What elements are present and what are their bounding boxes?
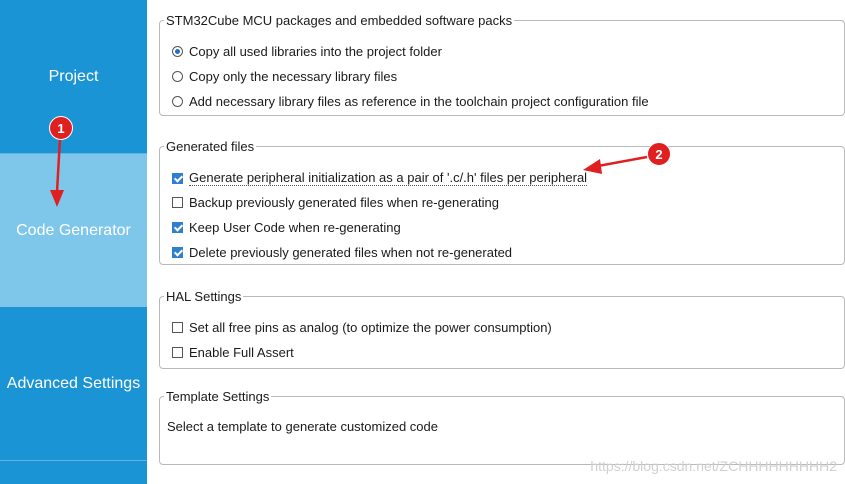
- checkbox-icon[interactable]: [172, 247, 183, 258]
- option-label: Set all free pins as analog (to optimize…: [189, 320, 552, 335]
- template-hint: Select a template to generate customized…: [167, 419, 438, 434]
- option-enable-full-assert[interactable]: Enable Full Assert: [172, 345, 294, 360]
- generated-files-group: Generated files Generate peripheral init…: [159, 139, 845, 265]
- checkbox-icon[interactable]: [172, 222, 183, 233]
- sidebar: Project Code Generator Advanced Settings: [0, 0, 147, 484]
- sidebar-item-code-generator[interactable]: Code Generator: [0, 154, 147, 307]
- hal-settings-group-title: HAL Settings: [166, 289, 242, 304]
- radio-icon[interactable]: [172, 96, 183, 107]
- option-label: Keep User Code when re-generating: [189, 220, 401, 235]
- radio-icon[interactable]: [172, 46, 183, 57]
- annotation-badge-2: 2: [647, 142, 671, 166]
- option-set-pins-analog[interactable]: Set all free pins as analog (to optimize…: [172, 320, 552, 335]
- checkbox-icon[interactable]: [172, 172, 183, 184]
- option-label: Generate peripheral initialization as a …: [189, 170, 588, 186]
- checkbox-icon[interactable]: [172, 322, 183, 333]
- radio-icon[interactable]: [172, 71, 183, 82]
- sidebar-item-advanced-settings[interactable]: Advanced Settings: [0, 308, 147, 461]
- checkbox-icon[interactable]: [172, 197, 183, 208]
- sidebar-item-project[interactable]: Project: [0, 0, 147, 154]
- option-delete-generated-files[interactable]: Delete previously generated files when n…: [172, 245, 512, 260]
- packages-group-title: STM32Cube MCU packages and embedded soft…: [166, 13, 513, 28]
- checkbox-icon[interactable]: [172, 347, 183, 358]
- option-label: Enable Full Assert: [189, 345, 294, 360]
- option-add-as-reference[interactable]: Add necessary library files as reference…: [172, 94, 649, 109]
- option-label: Backup previously generated files when r…: [189, 195, 500, 210]
- generated-files-group-title: Generated files: [166, 139, 255, 154]
- option-label: Add necessary library files as reference…: [189, 94, 649, 109]
- packages-group: STM32Cube MCU packages and embedded soft…: [159, 13, 845, 116]
- watermark: https://blog.csdn.net/ZCHHHHHHHHH2: [590, 458, 837, 474]
- template-settings-group-title: Template Settings: [166, 389, 270, 404]
- template-hint-text: Select a template to generate customized…: [167, 419, 438, 434]
- option-copy-necessary-files[interactable]: Copy only the necessary library files: [172, 69, 397, 84]
- sidebar-item-label: Code Generator: [16, 221, 131, 239]
- template-settings-group: Template Settings Select a template to g…: [159, 389, 845, 465]
- sidebar-item-more[interactable]: [0, 461, 147, 484]
- option-generate-peripheral-pairs[interactable]: Generate peripheral initialization as a …: [172, 170, 588, 186]
- option-label: Delete previously generated files when n…: [189, 245, 513, 260]
- option-keep-user-code[interactable]: Keep User Code when re-generating: [172, 220, 401, 235]
- sidebar-item-label: Project: [48, 67, 99, 85]
- sidebar-gutter: [147, 0, 157, 484]
- option-label: Copy only the necessary library files: [189, 69, 398, 84]
- annotation-badge-1: 1: [49, 116, 73, 140]
- sidebar-item-label: Advanced Settings: [6, 375, 141, 392]
- option-copy-all-libraries[interactable]: Copy all used libraries into the project…: [172, 44, 442, 59]
- option-label: Copy all used libraries into the project…: [189, 44, 442, 59]
- hal-settings-group: HAL Settings Set all free pins as analog…: [159, 289, 845, 369]
- option-backup-generated-files[interactable]: Backup previously generated files when r…: [172, 195, 499, 210]
